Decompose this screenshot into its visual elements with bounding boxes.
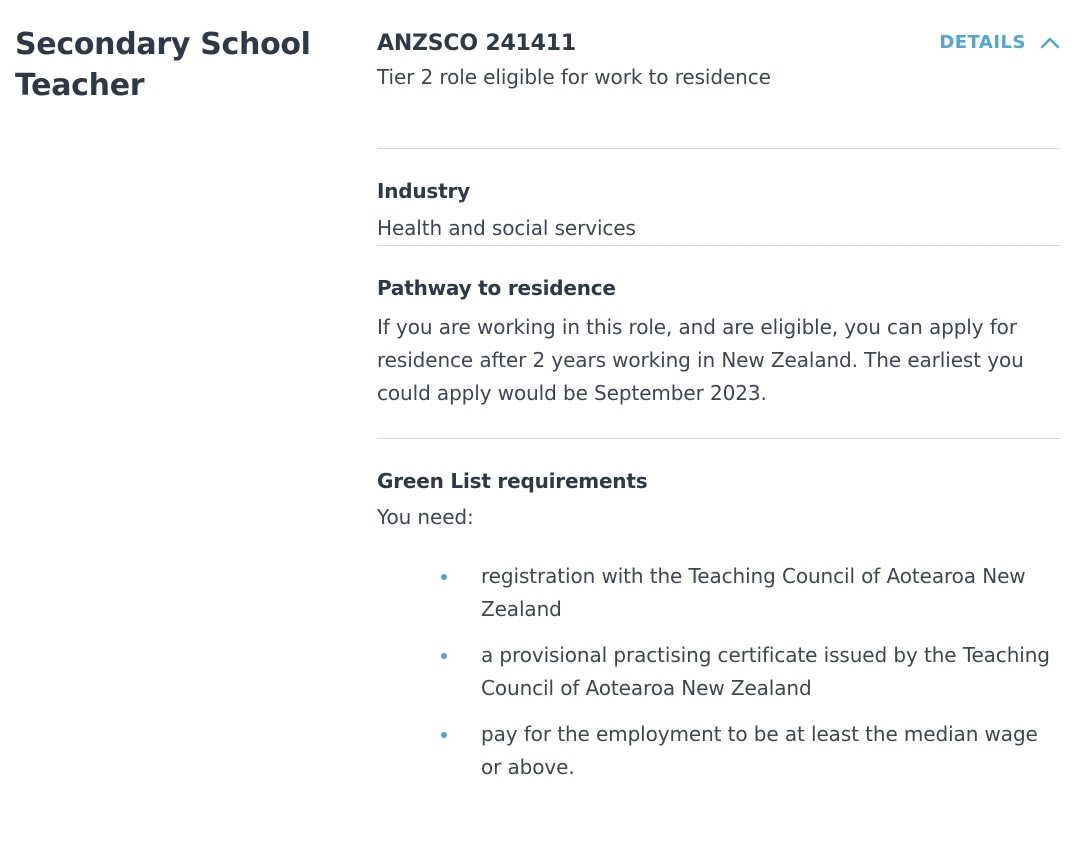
pathway-text: If you are working in this role, and are… [377, 315, 1024, 405]
list-item: pay for the employment to be at least th… [441, 718, 1060, 784]
pathway-section: Pathway to residence If you are working … [377, 246, 1060, 439]
role-details-panel: ANZSCO 241411 Tier 2 role eligible for w… [377, 30, 1060, 797]
bullet-icon [441, 732, 447, 738]
industry-heading: Industry [377, 179, 470, 203]
chevron-up-icon [1040, 37, 1060, 49]
industry-value: Health and social services [377, 216, 636, 240]
bullet-icon [441, 653, 447, 659]
industry-section: Industry Health and social services [377, 149, 1060, 246]
list-item: registration with the Teaching Council o… [441, 560, 1060, 626]
green-list-heading: Green List requirements [377, 469, 648, 493]
requirements-list: registration with the Teaching Council o… [377, 560, 1060, 784]
role-summary: ANZSCO 241411 Tier 2 role eligible for w… [377, 30, 1060, 149]
bullet-icon [441, 574, 447, 580]
list-item-text: registration with the Teaching Council o… [481, 564, 1026, 621]
pathway-heading: Pathway to residence [377, 276, 616, 300]
list-item-text: a provisional practising certificate iss… [481, 643, 1050, 700]
green-list-intro: You need: [377, 505, 474, 529]
tier-description: Tier 2 role eligible for work to residen… [377, 65, 771, 89]
list-item: a provisional practising certificate iss… [441, 639, 1060, 705]
details-toggle-label: DETAILS [939, 32, 1026, 53]
green-list-section: Green List requirements You need: regist… [377, 439, 1060, 784]
role-title: Secondary School Teacher [15, 27, 311, 103]
list-item-text: pay for the employment to be at least th… [481, 722, 1038, 779]
details-toggle-button[interactable]: DETAILS [939, 30, 1060, 55]
